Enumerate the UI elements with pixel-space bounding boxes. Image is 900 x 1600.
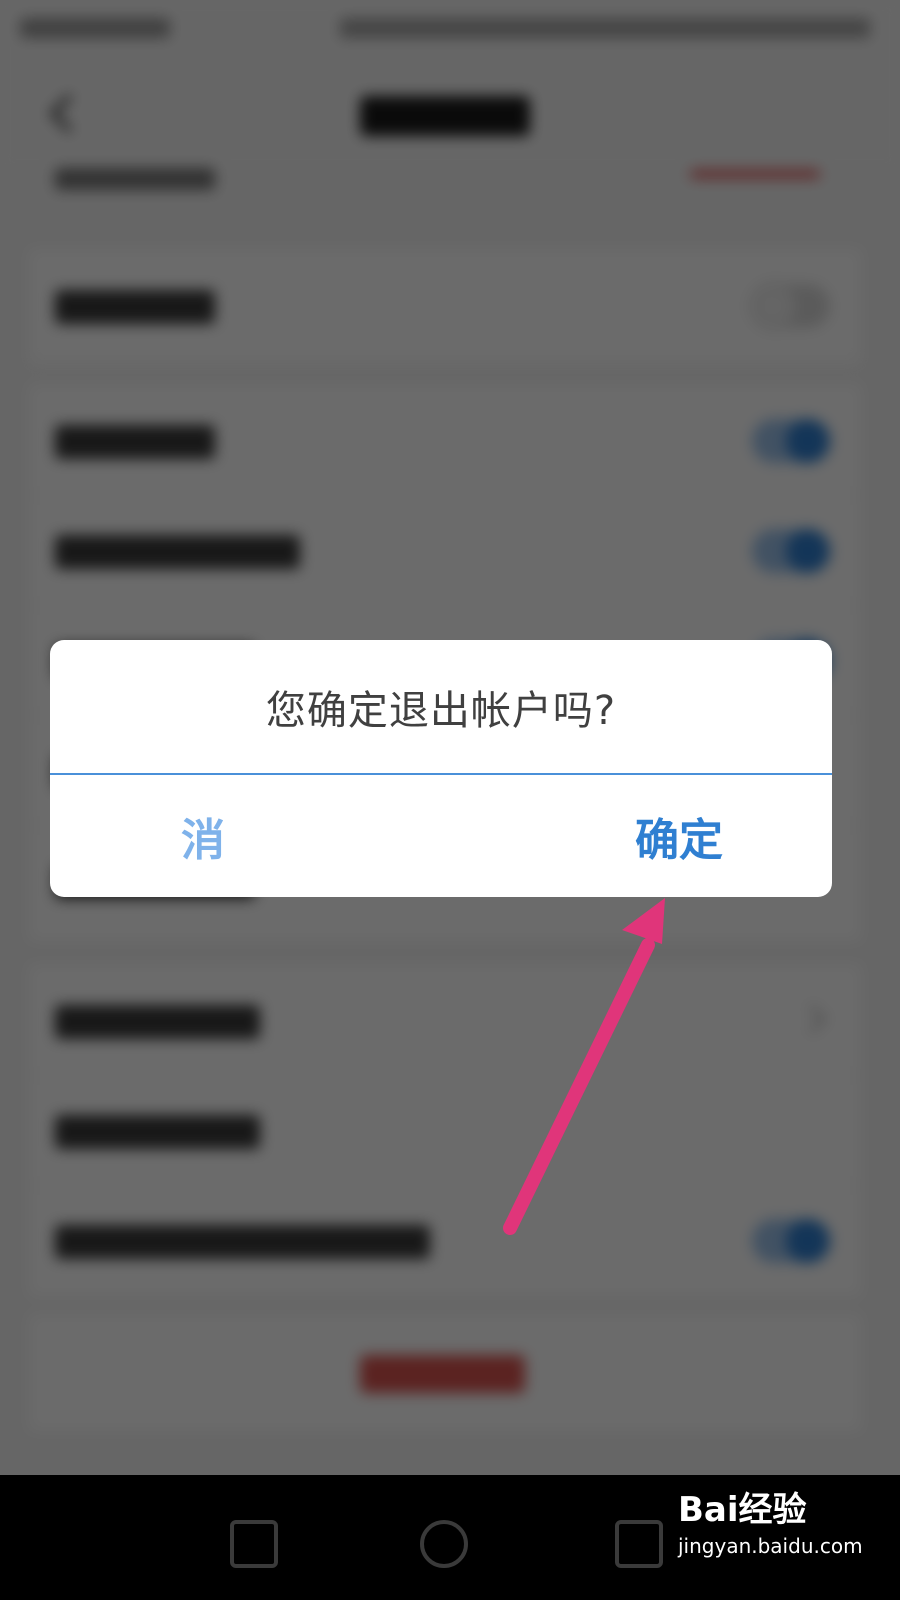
recents-nav-icon[interactable] xyxy=(615,1520,663,1568)
cancel-button[interactable]: 消 xyxy=(50,775,396,897)
dialog-buttons: 消 确定 xyxy=(50,775,832,897)
screen: 您确定退出帐户吗? 消 确定 Bai经验 jingyan.baidu.com xyxy=(0,0,900,1600)
home-nav-icon[interactable] xyxy=(420,1520,468,1568)
watermark-logo: Bai经验 xyxy=(678,1490,807,1530)
baidu-jingyan-watermark: Bai经验 jingyan.baidu.com xyxy=(670,1472,885,1582)
watermark-url: jingyan.baidu.com xyxy=(678,1534,863,1558)
back-nav-icon[interactable] xyxy=(230,1520,278,1568)
logout-confirm-dialog: 您确定退出帐户吗? 消 确定 xyxy=(50,640,832,897)
confirm-button[interactable]: 确定 xyxy=(396,775,832,897)
dialog-message: 您确定退出帐户吗? xyxy=(265,687,617,734)
